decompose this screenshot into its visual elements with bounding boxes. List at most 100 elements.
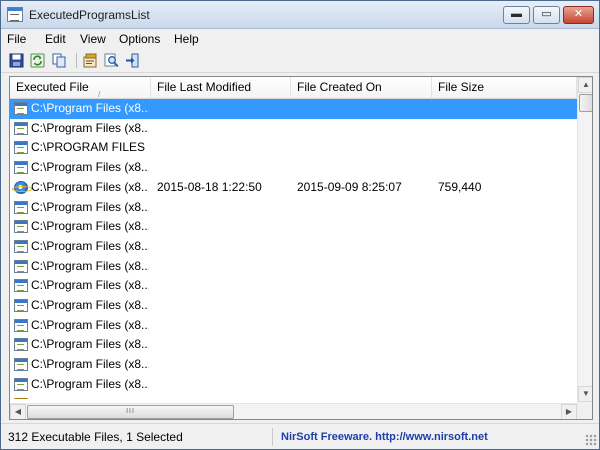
cell-executed-file: C:\Program Files (x8... [31,160,149,175]
program-icon [14,161,28,175]
maximize-button[interactable]: ▭ [533,6,560,24]
table-row[interactable]: C:\Program Files (x8... [10,335,577,355]
menu-edit[interactable]: Edit [45,32,66,46]
program-icon [14,299,28,312]
cell-file-last-modified: 2014-11-20 18:44:34 [157,397,287,400]
table-body: C:\Program Files (x8... C:\Program Files … [10,99,577,399]
window-title: ExecutedProgramsList [29,8,150,22]
cell-executed-file: C:\PROGRAM FILES ... [31,140,149,155]
cell-executed-file: C:\Program Files (x8... [31,199,149,214]
exit-icon [126,53,139,68]
program-icon [14,338,28,352]
cell-executed-file: C:\Program Files (x8... [31,376,149,391]
cell-file-last-modified: 2015-08-18 1:22:50 [157,179,262,194]
cell-executed-file: C:\Program Files (x8... [31,357,149,372]
table-row[interactable]: C:\Program Files (x8... [10,257,577,277]
status-summary: 312 Executable Files, 1 Selected [5,428,273,446]
minimize-button[interactable]: ▬ [503,6,530,24]
cell-executed-file: C:\Program Files (x8... [31,238,149,253]
table-row[interactable]: C:\Program Files (x8... 2015-08-18 1:22:5… [10,178,577,198]
cell-executed-file: C:\Program Files (x8... [31,397,149,400]
program-icon [14,279,28,293]
app-window: ExecutedProgramsList ▬ ▭ ✕ File Edit Vie… [0,0,600,450]
program-icon [14,141,28,155]
save-button[interactable] [8,52,25,69]
table-row[interactable]: C:\PROGRAM FILES ... [10,138,577,158]
find-button[interactable] [103,52,120,69]
cell-executed-file: C:\Program Files (x8... [31,179,149,194]
browser-icon [12,180,32,194]
refresh-icon [30,53,45,68]
menu-bar: File Edit View Options Help [1,29,599,49]
cell-file-created-on: 2014-11-20 18:44:34 [297,397,427,400]
toolbar [1,49,599,73]
find-icon [104,53,119,68]
refresh-button[interactable] [29,52,46,69]
table-row[interactable]: C:\Program Files (x8... [10,158,577,178]
table-row[interactable]: C:\Program Files (x8... [10,237,577,257]
sort-indicator-icon: / [98,90,101,99]
column-file-size[interactable]: File Size [432,77,577,99]
cell-file-size: 2,446,016 [438,397,568,400]
horizontal-scrollbar[interactable]: ◀ III ▶ [10,403,577,419]
scroll-right-button[interactable]: ▶ [561,404,577,419]
properties-icon [83,53,97,68]
cell-executed-file: C:\Program Files (x8... [31,101,149,115]
cell-executed-file: C:\Program Files (x8... [31,278,149,293]
program-icon [14,239,28,253]
scroll-down-button[interactable]: ▼ [578,386,592,402]
close-button[interactable]: ✕ [563,6,594,24]
table-row[interactable]: C:\Program Files (x8... [10,99,577,119]
cell-file-size: 759,440 [438,179,482,194]
column-file-last-modified[interactable]: File Last Modified [151,77,291,99]
program-icon [14,121,28,135]
cell-executed-file: C:\Program Files (x8... [31,258,149,273]
copy-icon [52,53,66,68]
table-row[interactable]: C:\Program Files (x8... [10,276,577,296]
cell-executed-file: C:\Program Files (x8... [31,219,149,234]
table-row[interactable]: C:\Program Files (x8... [10,217,577,237]
program-icon [14,377,28,391]
program-icon [14,318,28,332]
table-row[interactable]: C:\Program Files (x8... [10,198,577,218]
executed-programs-list[interactable]: Executed File / File Last Modified File … [9,76,593,420]
title-bar[interactable]: ExecutedProgramsList ▬ ▭ ✕ [1,1,599,29]
installer-icon [14,397,28,399]
program-icon [14,102,28,115]
table-row[interactable]: C:\Program Files (x8... [10,375,577,395]
table-row[interactable]: C:\Program Files (x8... [10,119,577,139]
program-icon [14,358,28,372]
column-file-created-on[interactable]: File Created On [291,77,432,99]
menu-options[interactable]: Options [119,32,160,46]
column-header: Executed File / File Last Modified File … [10,77,577,99]
scroll-left-button[interactable]: ◀ [10,404,26,419]
table-row[interactable]: C:\Program Files (x8... 2014-11-20 18:44:… [10,395,577,400]
app-icon [7,7,23,22]
scrollbar-corner [577,403,592,419]
table-row[interactable]: C:\Program Files (x8... [10,316,577,336]
program-icon [14,200,28,214]
nirsoft-link[interactable]: NirSoft Freeware. http://www.nirsoft.net [281,428,488,446]
program-icon [14,259,28,273]
menu-file[interactable]: File [7,32,26,46]
copy-button[interactable] [51,52,68,69]
menu-view[interactable]: View [80,32,106,46]
cell-executed-file: C:\Program Files (x8... [31,337,149,352]
cell-executed-file: C:\Program Files (x8... [31,120,149,135]
cell-file-created-on: 2015-09-09 8:25:07 [297,179,402,194]
horizontal-scroll-thumb[interactable]: III [27,405,234,419]
cell-executed-file: C:\Program Files (x8... [31,317,149,332]
scroll-up-button[interactable]: ▲ [578,77,592,93]
exit-button[interactable] [124,52,141,69]
table-row[interactable]: C:\Program Files (x8... [10,296,577,316]
column-executed-file[interactable]: Executed File / [10,77,151,99]
table-row[interactable]: C:\Program Files (x8... [10,355,577,375]
menu-help[interactable]: Help [174,32,199,46]
properties-button[interactable] [82,52,99,69]
vertical-scrollbar[interactable]: ▲ ▼ [577,77,592,403]
status-bar: 312 Executable Files, 1 Selected NirSoft… [1,423,599,449]
column-label: Executed File [16,80,89,94]
program-icon [14,220,28,234]
vertical-scroll-thumb[interactable] [579,94,592,112]
resize-grip-icon[interactable] [585,434,597,446]
